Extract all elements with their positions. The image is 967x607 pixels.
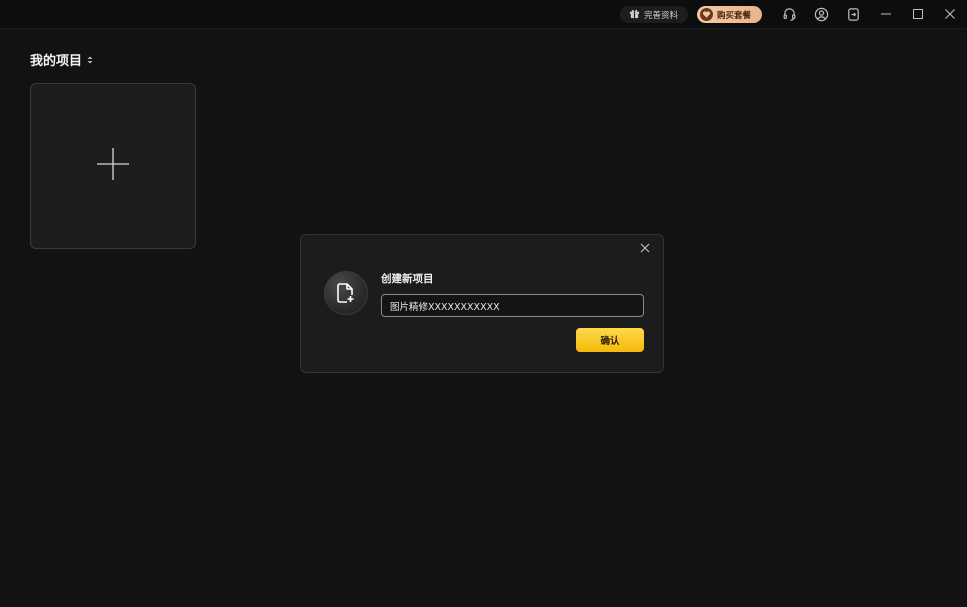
dialog-title: 创建新项目 bbox=[381, 273, 434, 285]
logout-icon[interactable] bbox=[845, 6, 861, 22]
heart-badge-icon bbox=[700, 8, 713, 21]
gift-icon bbox=[629, 8, 640, 22]
new-project-card[interactable] bbox=[30, 83, 196, 249]
buy-plan-label: 购买套餐 bbox=[717, 10, 752, 21]
create-project-dialog: 创建新项目 确认 bbox=[300, 234, 664, 373]
user-icon[interactable] bbox=[813, 6, 829, 22]
new-file-icon bbox=[324, 271, 368, 315]
dialog-close-icon[interactable] bbox=[639, 242, 651, 254]
complete-profile-button[interactable]: 完善资料 bbox=[620, 6, 688, 23]
plus-icon bbox=[96, 147, 130, 185]
sort-caret-icon[interactable] bbox=[87, 56, 93, 64]
my-projects-header[interactable]: 我的项目 bbox=[30, 50, 93, 69]
complete-profile-label: 完善资料 bbox=[644, 10, 679, 21]
minimize-icon[interactable] bbox=[878, 6, 894, 22]
close-icon[interactable] bbox=[942, 6, 958, 22]
project-name-input[interactable] bbox=[381, 294, 644, 317]
my-projects-title: 我的项目 bbox=[30, 54, 83, 69]
maximize-icon[interactable] bbox=[910, 6, 926, 22]
buy-plan-button[interactable]: 购买套餐 bbox=[697, 6, 762, 23]
headset-icon[interactable] bbox=[781, 6, 797, 22]
confirm-button[interactable]: 确认 bbox=[576, 328, 644, 352]
title-bar: 完善资料 购买套餐 bbox=[0, 0, 967, 29]
